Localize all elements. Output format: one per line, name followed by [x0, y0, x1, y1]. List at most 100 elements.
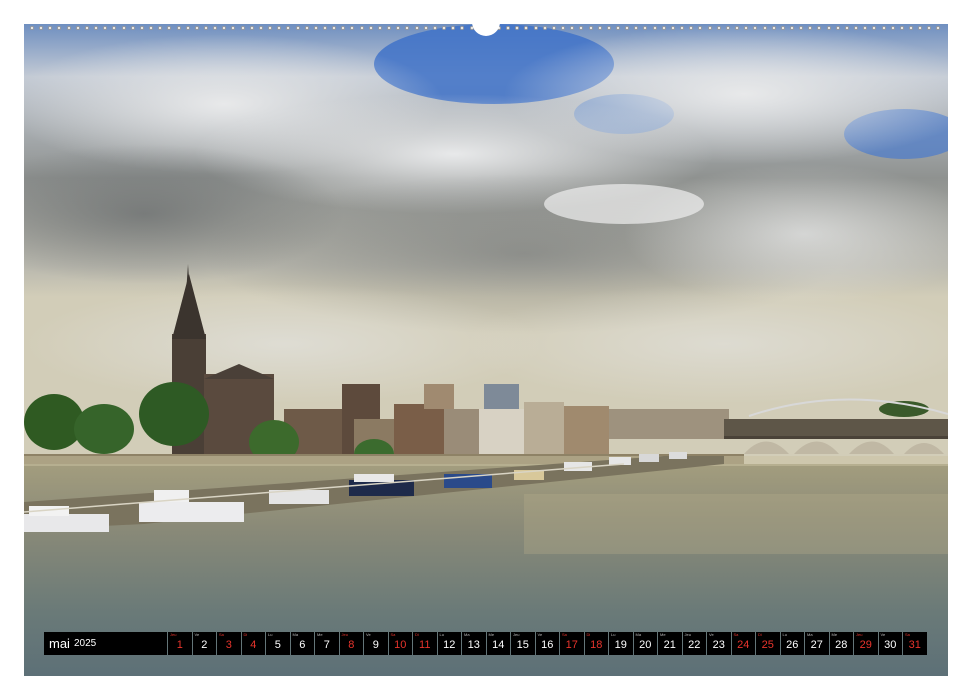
calendar-day: Jeu 1	[168, 632, 192, 655]
spiral-hole	[295, 26, 300, 30]
day-number: 27	[810, 638, 823, 651]
calendar-day: Ve 23	[707, 632, 731, 655]
day-number: 23	[712, 638, 725, 651]
weekday-abbrev: Ve	[194, 632, 200, 637]
day-number: 1	[176, 638, 183, 651]
weekday-abbrev: Di	[243, 632, 248, 637]
spiral-hole	[176, 26, 181, 30]
weekday-abbrev: Lu	[268, 632, 273, 637]
spiral-hole	[30, 26, 34, 30]
spiral-hole	[332, 26, 337, 30]
day-number: 11	[419, 638, 431, 651]
spiral-hole	[597, 26, 602, 30]
day-number: 20	[639, 638, 652, 651]
calendar-day: Me 28	[829, 632, 853, 655]
day-number: 8	[348, 638, 355, 651]
spiral-hole	[158, 26, 163, 30]
spiral-hole	[149, 26, 154, 30]
weekday-abbrev: Jeu	[170, 632, 177, 637]
spiral-hole	[817, 26, 822, 30]
weekday-abbrev: Me	[317, 632, 323, 637]
calendar-day: Ma 20	[633, 632, 657, 655]
spiral-hole	[707, 26, 712, 30]
month-name: mai	[49, 636, 70, 651]
weekday-abbrev: Jeu	[341, 632, 348, 637]
spiral-hole	[744, 26, 749, 30]
weekday-abbrev: Ve	[709, 632, 714, 637]
calendar-day: Ma 27	[805, 632, 829, 655]
spiral-hole	[606, 26, 611, 30]
spiral-hole	[652, 26, 657, 30]
day-number: 16	[541, 638, 554, 651]
calendar-day: Lu 12	[437, 632, 461, 655]
calendar-day: Sa 31	[903, 632, 927, 655]
weekday-abbrev: Sa	[219, 632, 224, 637]
spiral-hole	[84, 26, 89, 30]
day-number: 13	[467, 638, 480, 651]
spiral-hole	[268, 26, 273, 30]
day-number: 14	[492, 638, 505, 651]
spiral-hole	[249, 26, 254, 30]
day-number: 12	[443, 638, 456, 651]
spiral-hole	[222, 26, 227, 30]
day-number: 21	[663, 638, 676, 651]
spiral-hole	[698, 26, 703, 30]
day-number: 24	[737, 638, 750, 651]
weekday-abbrev: Jeu	[684, 632, 691, 637]
spiral-hole	[396, 26, 401, 30]
day-number: 29	[859, 638, 872, 651]
photo-scene	[24, 24, 948, 676]
weekday-abbrev: Di	[415, 632, 419, 637]
spiral-hole	[661, 26, 666, 30]
day-number: 17	[565, 638, 578, 651]
day-number: 26	[786, 638, 799, 651]
day-number: 7	[323, 638, 330, 651]
spiral-hole	[313, 26, 318, 30]
spiral-hole	[451, 26, 456, 30]
spiral-hole	[909, 26, 913, 30]
spiral-hole	[762, 26, 767, 30]
day-number: 10	[394, 638, 407, 651]
day-number: 22	[688, 638, 701, 651]
spiral-hole	[890, 26, 895, 30]
calendar-day: Jeu 15	[511, 632, 535, 655]
spiral-hole	[689, 26, 694, 30]
calendar-day: Lu 19	[609, 632, 633, 655]
calendar-day: Ma 13	[462, 632, 486, 655]
spiral-hole	[808, 26, 813, 30]
spiral-hole	[112, 26, 117, 30]
weekday-abbrev: Jeu	[856, 632, 863, 637]
calendar-day: Ma 6	[290, 632, 314, 655]
weekday-abbrev: Ma	[635, 632, 642, 637]
spiral-hole	[780, 26, 785, 30]
spiral-hole	[442, 26, 447, 30]
spiral-hole	[899, 26, 904, 30]
spiral-hole	[789, 26, 794, 30]
spiral-hole	[588, 26, 593, 30]
spiral-hole	[579, 26, 584, 30]
spiral-hole	[414, 26, 419, 30]
day-number: 30	[884, 638, 897, 651]
spiral-hole	[341, 26, 346, 30]
weekday-abbrev: Lu	[782, 632, 787, 637]
day-number: 25	[761, 638, 774, 651]
spiral-hole	[39, 26, 44, 30]
spiral-hole	[716, 26, 721, 30]
calendar-day: Me 21	[658, 632, 682, 655]
weekday-abbrev: Sa	[733, 632, 739, 637]
spiral-hole	[139, 26, 144, 30]
calendar-day: Me 14	[486, 632, 510, 655]
spiral-hole	[936, 26, 941, 30]
day-number: 31	[908, 638, 921, 651]
spiral-hole	[625, 26, 630, 30]
calendar-day: Jeu 29	[854, 632, 878, 655]
spiral-hole	[881, 26, 886, 30]
spiral-hole	[854, 26, 859, 30]
day-number: 2	[201, 638, 208, 651]
weekday-abbrev: Sa	[390, 632, 396, 637]
calendar-day: Sa 24	[731, 632, 755, 655]
weekday-abbrev: Ve	[537, 632, 543, 637]
spiral-hole	[94, 26, 99, 30]
spiral-hole	[863, 26, 868, 30]
month-label: mai 2025	[44, 632, 167, 655]
